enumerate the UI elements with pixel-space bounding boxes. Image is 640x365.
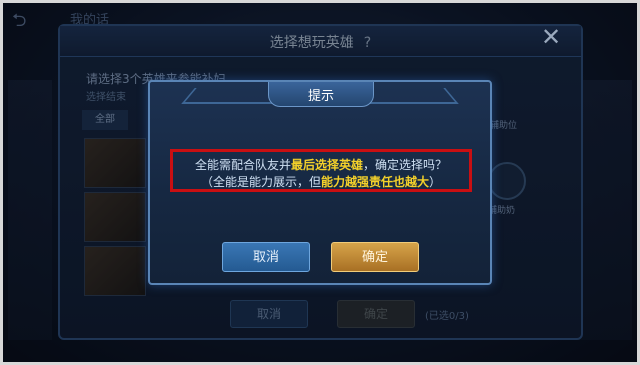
dialog-title: 提示 [307, 89, 334, 104]
cancel-button[interactable]: 取消 [222, 242, 310, 272]
message-line-2: （全能是能力展示，但能力越强责任也越大） [200, 175, 442, 189]
confirm-dialog: 提示 全能需配合队友并最后选择英雄，确定选择吗？ （全能是能力展示，但能力越强责… [148, 80, 492, 285]
close-icon[interactable]: ✕ [540, 25, 562, 49]
dialog-title-plate: 提示 [268, 82, 374, 107]
confirm-button[interactable]: 确定 [331, 242, 419, 272]
dialog-header: 提示 [150, 82, 490, 112]
message-highlight-box: 全能需配合队友并最后选择英雄，确定选择吗？ （全能是能力展示，但能力越强责任也越… [170, 149, 472, 192]
message-line-1: 全能需配合队友并最后选择英雄，确定选择吗？ [194, 158, 448, 172]
